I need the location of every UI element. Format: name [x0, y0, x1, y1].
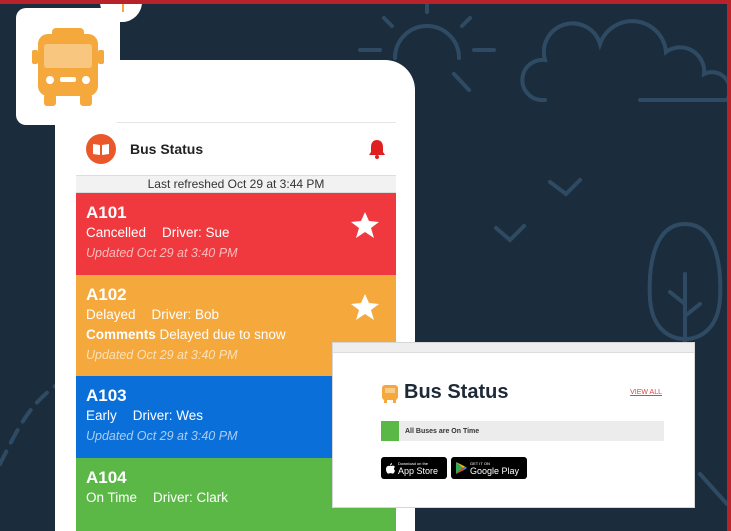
widget-title-text: Bus Status: [404, 381, 509, 403]
updated-time: Updated Oct 29 at 3:40 PM: [86, 246, 238, 260]
status-line: Delayed Driver: Bob: [86, 305, 386, 325]
cloud-icon: [520, 19, 727, 102]
app-title: Bus Status: [130, 141, 204, 157]
last-refreshed: Last refreshed Oct 29 at 3:44 PM: [76, 175, 396, 193]
google-play-button[interactable]: GET IT ON Google Play: [451, 457, 527, 479]
comments-label: Comments: [86, 327, 156, 342]
app-header: Bus Status: [76, 123, 396, 175]
bus-card-a101[interactable]: A101 Cancelled Driver: Sue Updated Oct 29…: [76, 193, 396, 275]
widget-titlebar: [333, 343, 694, 353]
bus-status: Cancelled: [86, 225, 147, 240]
route-number: A102: [86, 285, 127, 304]
star-icon[interactable]: [350, 211, 380, 239]
route-number: A101: [86, 203, 127, 222]
app-store-big: App Store: [398, 465, 439, 476]
all-buses-status: All Buses are On Time: [381, 421, 664, 441]
driver-name: Driver: Clark: [153, 490, 229, 505]
google-play-icon: [456, 462, 467, 474]
app-icon: [16, 8, 120, 125]
view-all-link[interactable]: VIEW ALL: [630, 389, 662, 396]
status-text: All Buses are On Time: [405, 427, 480, 435]
bell-icon[interactable]: [368, 139, 386, 159]
bird-icon: [494, 224, 526, 243]
bus-status: Early: [86, 408, 117, 423]
widget-title: Bus Status: [381, 381, 508, 404]
status-indicator: [381, 421, 399, 441]
app-store-button[interactable]: Download on the App Store: [381, 457, 447, 479]
driver-name: Driver: Sue: [162, 225, 230, 240]
bus-status: On Time: [86, 490, 138, 505]
google-play-big: Google Play: [470, 465, 520, 476]
app-logo: [86, 134, 116, 164]
school-bus-icon: [32, 28, 104, 106]
comments-text: Delayed due to snow: [159, 327, 286, 342]
star-icon[interactable]: [350, 293, 380, 321]
bird-icon: [548, 178, 582, 197]
hero-background: Bus Status Last refreshed Oct 29 at 3:44…: [0, 0, 727, 531]
book-icon: [93, 144, 109, 155]
status-line: Cancelled Driver: Sue: [86, 223, 386, 243]
driver-name: Driver: Bob: [151, 307, 220, 322]
driver-name: Driver: Wes: [132, 408, 204, 423]
bus-status: Delayed: [86, 307, 136, 322]
bus-status-widget: Bus Status VIEW ALL All Buses are On Tim…: [332, 342, 695, 508]
school-bus-icon: [382, 384, 398, 403]
apple-icon: [386, 462, 395, 474]
